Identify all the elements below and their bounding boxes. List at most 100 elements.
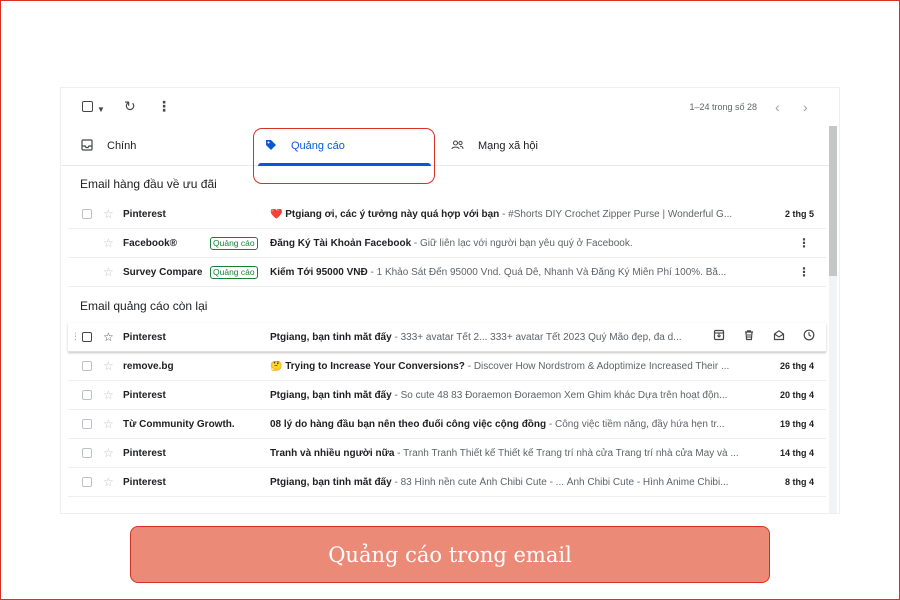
more-vert-icon[interactable]: ⋮ xyxy=(157,98,171,114)
email-subject: Ptgiang, bạn tinh mắt đấy xyxy=(270,332,392,343)
email-sender: Pinterest xyxy=(123,477,166,488)
snooze-clock-icon[interactable] xyxy=(802,329,816,344)
email-subject: Ptgiang, bạn tinh mắt đấy xyxy=(270,390,392,401)
email-snippet: Tranh và nhiều người nữa - Tranh Tranh T… xyxy=(270,448,739,459)
email-snippet: 🤔 Trying to Increase Your Conversions? -… xyxy=(270,361,730,372)
email-snippet: 08 lý do hàng đầu bạn nên theo đuổi công… xyxy=(270,419,725,430)
tab-social[interactable]: Mạng xã hội xyxy=(451,126,538,166)
email-date: 19 thg 4 xyxy=(779,419,814,429)
email-sender: Từ Community Growth. xyxy=(123,419,235,430)
tab-primary[interactable]: Chính xyxy=(81,126,136,166)
email-subject: Kiếm Tới 95000 VNĐ xyxy=(270,267,368,278)
email-preview: Giữ liên lạc với người bạn yêu quý ở Fac… xyxy=(420,238,633,249)
gmail-window: ▼ ↻ ⋮ 1–24 trong số 28 ‹ › Chính Quảng c… xyxy=(61,88,839,513)
email-subject: Ptgiang ơi, các ý tưởng này quá hợp với … xyxy=(285,209,500,220)
heart-emoji: ❤️ xyxy=(270,209,286,220)
email-date: 26 thg 4 xyxy=(779,361,814,371)
star-icon[interactable]: ☆ xyxy=(103,475,114,489)
email-subject: Trying to Increase Your Conversions? xyxy=(285,361,465,372)
email-row[interactable]: ☆ Từ Community Growth. 08 lý do hàng đầu… xyxy=(68,410,826,439)
email-date: 8 thg 4 xyxy=(784,477,814,487)
email-snippet: Ptgiang, bạn tinh mắt đấy - 83 Hình nền … xyxy=(270,477,729,488)
email-sender: Pinterest xyxy=(123,209,166,220)
email-row[interactable]: ☆ Pinterest Ptgiang, bạn tinh mắt đấy - … xyxy=(68,381,826,410)
star-icon[interactable]: ☆ xyxy=(103,388,114,402)
email-preview: 83 Hình nền cute Ảnh Chibi Cute - ... Ản… xyxy=(400,477,729,488)
email-sender: remove.bg xyxy=(123,361,174,372)
toolbar: ▼ ↻ ⋮ 1–24 trong số 28 ‹ › xyxy=(61,88,831,126)
email-row[interactable]: ☆ Pinterest ❤️ Ptgiang ơi, các ý tưởng n… xyxy=(68,200,826,229)
email-preview: #Shorts DIY Crochet Zipper Purse | Wonde… xyxy=(508,209,733,220)
email-date: 14 thg 4 xyxy=(779,448,814,458)
row-checkbox[interactable] xyxy=(82,209,92,219)
email-row[interactable]: ☆ Pinterest Ptgiang, bạn tinh mắt đấy - … xyxy=(68,468,826,497)
email-subject: Ptgiang, bạn tinh mắt đấy xyxy=(270,477,392,488)
email-preview: 333+ avatar Tết 2... 333+ avatar Tết 202… xyxy=(400,332,682,343)
row-checkbox[interactable] xyxy=(82,448,92,458)
scrollbar-track[interactable] xyxy=(829,126,837,513)
row-checkbox[interactable] xyxy=(82,390,92,400)
star-icon[interactable]: ☆ xyxy=(103,359,114,373)
thinking-emoji: 🤔 xyxy=(270,361,286,372)
refresh-icon[interactable]: ↻ xyxy=(124,98,136,114)
mark-read-icon[interactable] xyxy=(772,329,786,344)
star-icon[interactable]: ☆ xyxy=(103,236,114,250)
promotions-tab-highlight xyxy=(253,128,435,184)
row-checkbox[interactable] xyxy=(82,477,92,487)
row-checkbox[interactable] xyxy=(82,419,92,429)
pagination-range: 1–24 trong số 28 xyxy=(689,102,757,112)
more-vert-icon[interactable]: ⋮ xyxy=(798,236,810,250)
email-subject: Tranh và nhiều người nữa xyxy=(270,448,395,459)
ad-badge: Quảng cáo xyxy=(210,237,258,250)
section-title-top-deals: Email hàng đầu về ưu đãi xyxy=(80,177,217,191)
select-dropdown-icon[interactable]: ▼ xyxy=(97,102,105,118)
email-preview: 1 Khảo Sát Đến 95000 Vnd. Quá Dễ, Nhanh … xyxy=(376,267,727,278)
star-icon[interactable]: ☆ xyxy=(103,207,114,221)
scrollbar-thumb[interactable] xyxy=(829,126,837,276)
archive-icon[interactable] xyxy=(712,329,726,344)
email-sender: Pinterest xyxy=(123,448,166,459)
email-snippet: Ptgiang, bạn tinh mắt đấy - So cute 48 8… xyxy=(270,390,728,401)
star-icon[interactable]: ☆ xyxy=(103,446,114,460)
tab-label: Mạng xã hội xyxy=(478,140,538,152)
row-checkbox[interactable] xyxy=(82,332,92,342)
email-snippet: ❤️ Ptgiang ơi, các ý tưởng này quá hợp v… xyxy=(270,209,733,220)
ad-badge: Quảng cáo xyxy=(210,266,258,279)
email-snippet: Kiếm Tới 95000 VNĐ - 1 Khảo Sát Đến 9500… xyxy=(270,267,727,278)
more-vert-icon[interactable]: ⋮ xyxy=(798,265,810,279)
caption-banner: Quảng cáo trong email xyxy=(130,526,770,583)
email-date: 20 thg 4 xyxy=(779,390,814,400)
email-snippet: Ptgiang, bạn tinh mắt đấy - 333+ avatar … xyxy=(270,332,682,343)
people-icon xyxy=(451,139,464,154)
row-checkbox[interactable] xyxy=(82,361,92,371)
delete-icon[interactable] xyxy=(742,329,756,344)
email-sender: Pinterest xyxy=(123,332,166,343)
star-icon[interactable]: ☆ xyxy=(103,265,114,279)
email-row[interactable]: ☆ Facebook® Quảng cáo Đăng Ký Tài Khoản … xyxy=(68,229,826,258)
select-all-checkbox[interactable] xyxy=(82,101,93,112)
email-subject: Đăng Ký Tài Khoản Facebook xyxy=(270,238,412,249)
category-tabs: Chính Quảng cáo Mạng xã hội xyxy=(61,126,831,166)
email-row[interactable]: ☆ Survey Compare Quảng cáo Kiếm Tới 9500… xyxy=(68,258,826,287)
email-preview: Tranh Tranh Thiết kế Thiết kế Trang trí … xyxy=(403,448,739,459)
email-subject: 08 lý do hàng đầu bạn nên theo đuổi công… xyxy=(270,419,547,430)
chevron-left-icon[interactable]: ‹ xyxy=(775,99,780,115)
row-actions xyxy=(712,329,816,344)
email-row-hovered[interactable]: ⋮⋮ ☆ Pinterest Ptgiang, bạn tinh mắt đấy… xyxy=(68,323,826,352)
email-row[interactable]: ☆ remove.bg 🤔 Trying to Increase Your Co… xyxy=(68,352,826,381)
section-title-other-promotions: Email quảng cáo còn lại xyxy=(80,299,208,313)
email-preview: So cute 48 83 Đoraemon Đoraemon Xem Ghim… xyxy=(400,390,728,401)
star-icon[interactable]: ☆ xyxy=(103,330,114,344)
email-preview: Discover How Nordstrom & Adoptimize Incr… xyxy=(473,361,730,372)
tab-label: Chính xyxy=(107,140,137,152)
email-sender: Facebook® xyxy=(123,238,178,249)
star-icon[interactable]: ☆ xyxy=(103,417,114,431)
email-date: 2 thg 5 xyxy=(784,209,814,219)
inbox-icon xyxy=(81,138,93,154)
email-snippet: Đăng Ký Tài Khoản Facebook - Giữ liên lạ… xyxy=(270,238,633,249)
chevron-right-icon[interactable]: › xyxy=(803,99,808,115)
email-row[interactable]: ☆ Pinterest Tranh và nhiều người nữa - T… xyxy=(68,439,826,468)
email-sender: Pinterest xyxy=(123,390,166,401)
email-sender: Survey Compare xyxy=(123,267,203,278)
email-preview: Công việc tiềm năng, đầy hứa hẹn tr... xyxy=(555,419,725,430)
